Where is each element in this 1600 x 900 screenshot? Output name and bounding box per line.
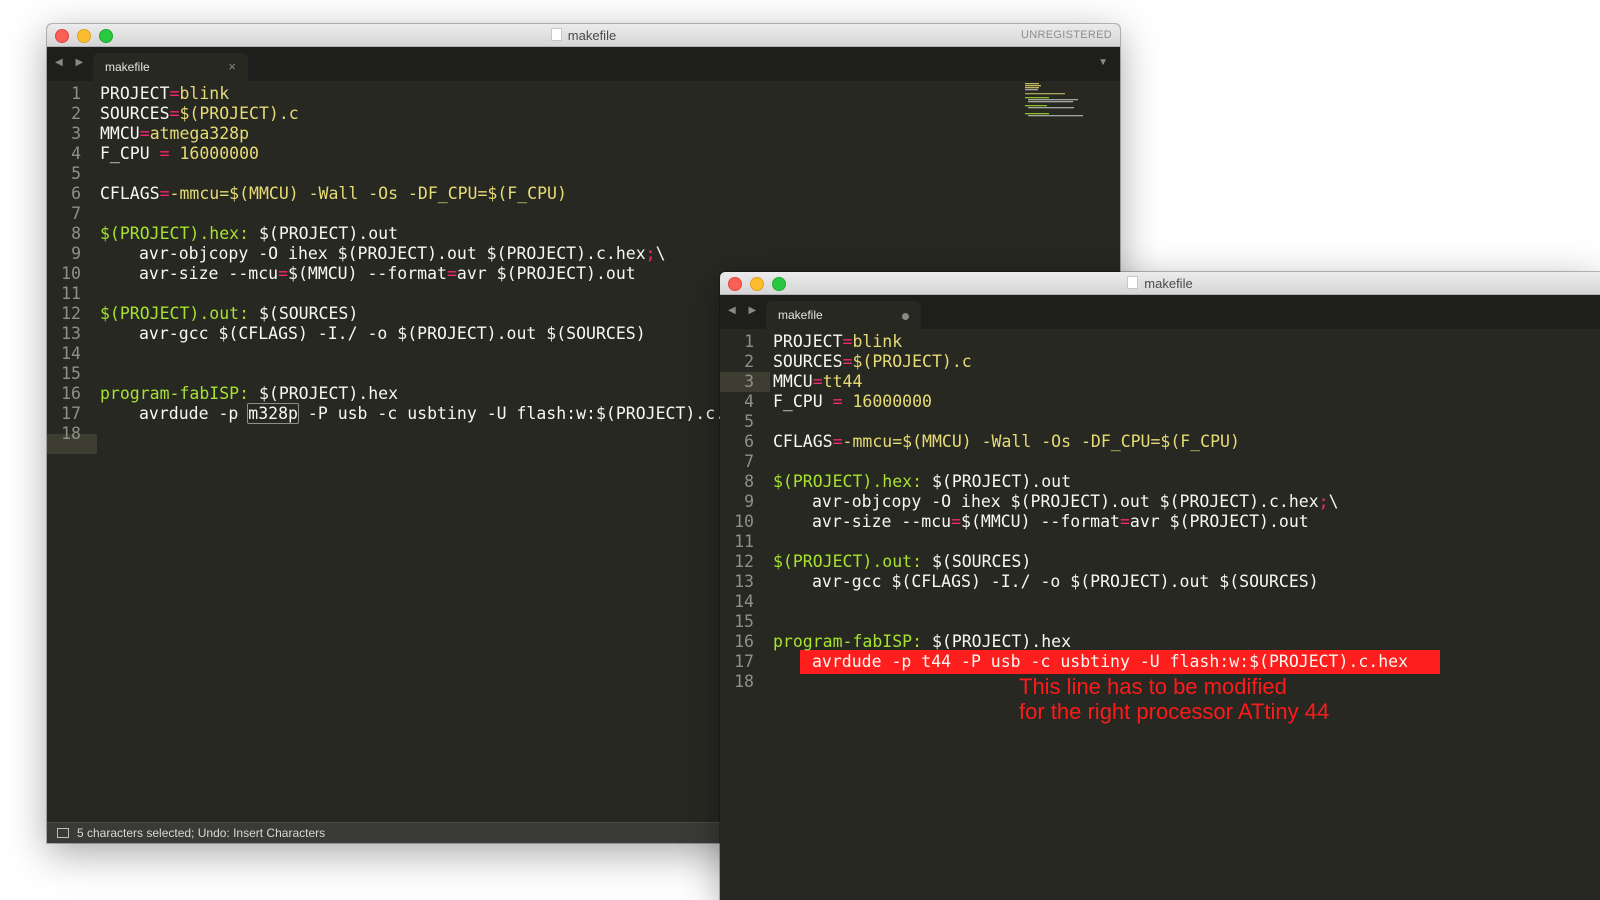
tab-nav-arrows-icon[interactable]: ◀ ▶ bbox=[55, 57, 88, 68]
editor-window-2: makefile ◀ ▶ makefile 1 PROJECT=blink 2 SO… bbox=[720, 272, 1600, 900]
annotation-line-1: This line has to be modified bbox=[1019, 674, 1287, 699]
window-title: makefile bbox=[720, 276, 1600, 291]
tab-makefile[interactable]: makefile × bbox=[93, 53, 248, 81]
text-selection: m328p bbox=[247, 403, 299, 424]
tab-label: makefile bbox=[778, 308, 823, 322]
panel-toggle-icon[interactable] bbox=[57, 828, 69, 838]
tab-bar: ◀ ▶ makefile bbox=[720, 295, 1600, 329]
unregistered-badge: UNREGISTERED bbox=[1021, 29, 1112, 41]
tab-bar: ◀ ▶ makefile × ▼ bbox=[47, 47, 1120, 81]
code-editor[interactable]: 1 PROJECT=blink 2 SOURCES=$(PROJECT).c 3 MM… bbox=[720, 329, 1600, 900]
window-title: makefile bbox=[47, 28, 1120, 43]
tab-label: makefile bbox=[105, 60, 150, 74]
status-text: 5 characters selected; Undo: Insert Char… bbox=[77, 826, 326, 840]
title-bar[interactable]: makefile bbox=[720, 272, 1600, 295]
tab-makefile[interactable]: makefile bbox=[766, 301, 921, 329]
close-tab-icon[interactable]: × bbox=[228, 59, 236, 74]
tab-nav-arrows-icon[interactable]: ◀ ▶ bbox=[728, 305, 761, 316]
title-bar[interactable]: makefile UNREGISTERED bbox=[47, 24, 1120, 47]
document-icon bbox=[1127, 276, 1139, 289]
tab-dropdown-icon[interactable]: ▼ bbox=[1098, 57, 1108, 68]
document-icon bbox=[550, 28, 562, 41]
unsaved-dot-icon[interactable] bbox=[902, 313, 909, 320]
annotation-line-2: for the right processor ATtiny 44 bbox=[1019, 699, 1330, 724]
annotation-text: This line has to be modified for the rig… bbox=[1019, 674, 1329, 724]
minimap[interactable] bbox=[1025, 83, 1095, 123]
